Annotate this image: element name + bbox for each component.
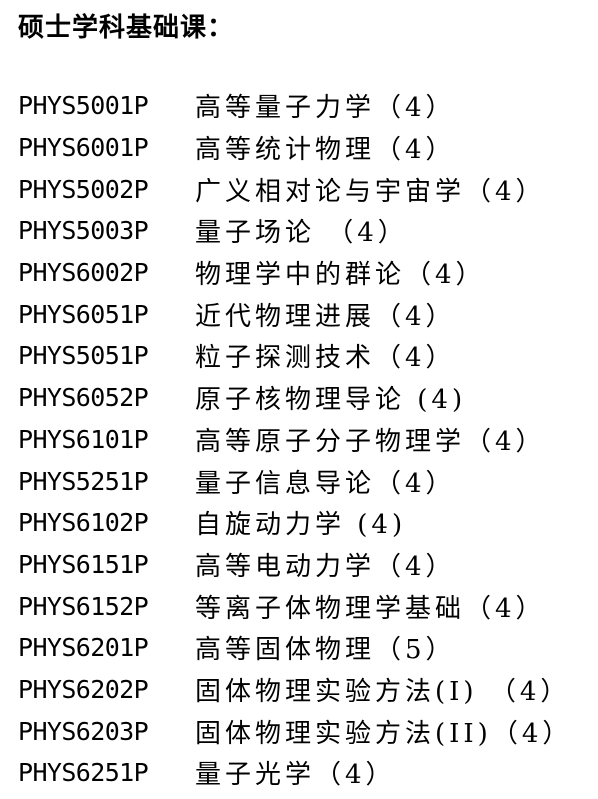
- course-name: 高等固体物理（5）: [195, 635, 456, 666]
- course-name: 高等统计物理（4）: [195, 135, 456, 166]
- course-row: PHYS6201P 高等固体物理（5）: [18, 627, 572, 669]
- course-row: PHYS6152P 等离子体物理学基础（4）: [18, 585, 572, 627]
- course-name: 高等原子分子物理学（4）: [195, 426, 546, 457]
- course-code: PHYS6251P: [18, 758, 149, 788]
- course-row: PHYS6102P 自旋动力学 (4): [18, 502, 572, 544]
- course-name: 等离子体物理学基础（4）: [195, 593, 546, 624]
- course-row: PHYS5251P 量子信息导论（4）: [18, 460, 572, 502]
- course-code: PHYS6101P: [18, 424, 149, 454]
- course-row: PHYS5051P 粒子探测技术（4）: [18, 335, 572, 377]
- course-row: PHYS5002P 广义相对论与宇宙学（4）: [18, 168, 572, 210]
- course-row: PHYS6203P 固体物理实验方法(II)（4）: [18, 710, 572, 752]
- course-name: 高等量子力学（4）: [195, 93, 456, 124]
- course-row: PHYS6251P 量子光学（4）: [18, 752, 572, 794]
- course-code: PHYS6202P: [18, 674, 149, 704]
- course-name: 固体物理实验方法(I) （4）: [195, 676, 571, 707]
- course-code: PHYS6002P: [18, 258, 149, 288]
- course-code: PHYS5003P: [18, 216, 149, 246]
- course-row: PHYS6052P 原子核物理导论 (4): [18, 377, 572, 419]
- course-code: PHYS6102P: [18, 508, 149, 538]
- course-name: 物理学中的群论（4）: [195, 260, 486, 291]
- course-code: PHYS6152P: [18, 591, 149, 621]
- document-page: 硕士学科基础课： PHYS5001P 高等量子力学（4） PHYS6001P 高…: [0, 0, 598, 799]
- course-name: 量子光学（4）: [195, 760, 396, 791]
- course-row: PHYS5003P 量子场论 （4）: [18, 210, 572, 252]
- course-name: 固体物理实验方法(II)（4）: [195, 718, 573, 749]
- course-row: PHYS6002P 物理学中的群论（4）: [18, 252, 572, 294]
- course-code: PHYS6051P: [18, 299, 149, 329]
- course-row: PHYS6001P 高等统计物理（4）: [18, 127, 572, 169]
- course-name: 自旋动力学 (4): [195, 510, 407, 541]
- course-row: PHYS6101P 高等原子分子物理学（4）: [18, 419, 572, 461]
- course-name: 近代物理进展（4）: [195, 301, 456, 332]
- course-name: 粒子探测技术（4）: [195, 343, 456, 374]
- course-name: 高等电动力学（4）: [195, 551, 456, 582]
- course-code: PHYS5002P: [18, 174, 149, 204]
- course-code: PHYS6201P: [18, 633, 149, 663]
- course-code: PHYS5251P: [18, 466, 149, 496]
- course-name: 量子信息导论（4）: [195, 468, 456, 499]
- course-list: PHYS5001P 高等量子力学（4） PHYS6001P 高等统计物理（4） …: [18, 85, 572, 794]
- course-row: PHYS5001P 高等量子力学（4）: [18, 85, 572, 127]
- course-code: PHYS6151P: [18, 549, 149, 579]
- course-row: PHYS6051P 近代物理进展（4）: [18, 293, 572, 335]
- section-heading: 硕士学科基础课：: [18, 13, 235, 43]
- course-code: PHYS5001P: [18, 91, 149, 121]
- course-row: PHYS6151P 高等电动力学（4）: [18, 544, 572, 586]
- course-name: 量子场论 （4）: [195, 218, 408, 249]
- course-row: PHYS6202P 固体物理实验方法(I) （4）: [18, 669, 572, 711]
- course-code: PHYS6001P: [18, 133, 149, 163]
- course-name: 原子核物理导论 (4): [195, 385, 467, 416]
- course-name: 广义相对论与宇宙学（4）: [195, 176, 546, 207]
- course-code: PHYS6052P: [18, 383, 149, 413]
- course-code: PHYS5051P: [18, 341, 149, 371]
- course-code: PHYS6203P: [18, 716, 149, 746]
